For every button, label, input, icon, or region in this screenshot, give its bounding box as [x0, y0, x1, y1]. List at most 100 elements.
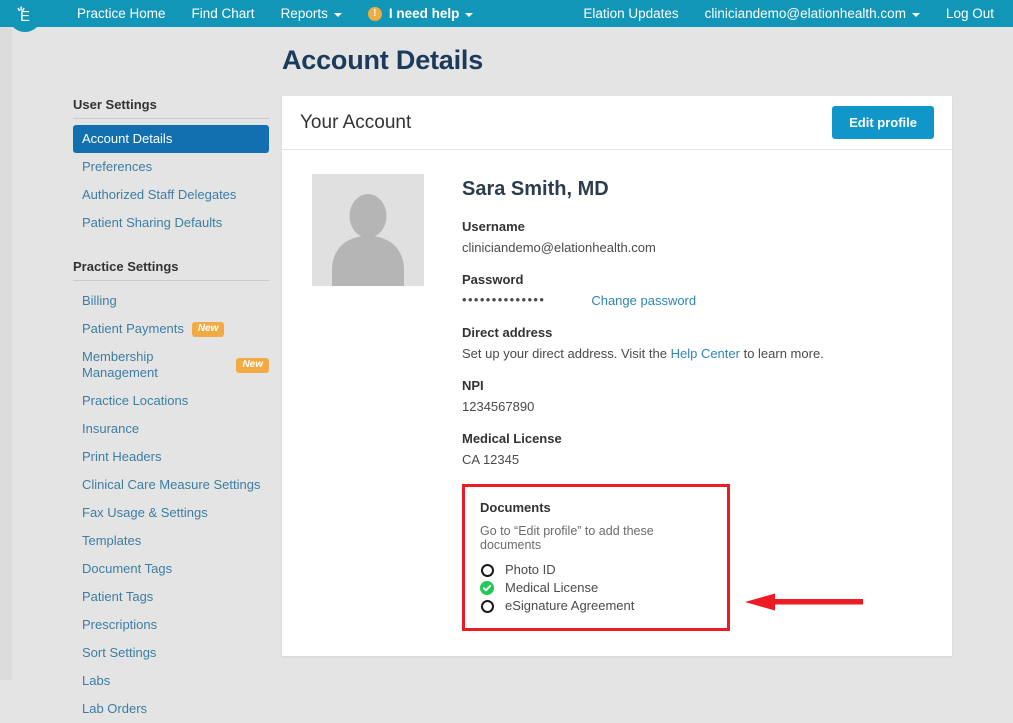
sidebar-item-label: Preferences — [82, 159, 153, 174]
document-item-label: Photo ID — [505, 562, 556, 577]
sidebar-item-label: Patient Tags — [82, 589, 154, 604]
sidebar-item-label: Sort Settings — [82, 645, 157, 660]
npi-label: NPI — [462, 378, 484, 393]
direct-address-description: Set up your direct address. Visit the He… — [462, 346, 934, 361]
svg-text:E: E — [20, 8, 30, 25]
nav-item-i-need-help[interactable]: ! I need help — [355, 0, 487, 27]
sidebar-item-practice-locations[interactable]: Practice Locations — [73, 387, 269, 415]
sidebar-item-billing[interactable]: Billing — [73, 287, 269, 315]
direct-address-text-before: Set up your direct address. Visit the — [462, 346, 671, 361]
username-value: cliniciandemo@elationhealth.com — [462, 240, 656, 255]
warning-exclamation-icon: ! — [367, 6, 382, 21]
new-badge: New — [191, 321, 225, 337]
sidebar-item-label: Membership Management — [82, 349, 158, 380]
sidebar-item-label: Prescriptions — [82, 617, 158, 632]
document-item-medical-license: Medical License — [480, 580, 712, 596]
document-item-label: eSignature Agreement — [505, 598, 635, 613]
sidebar-item-prescriptions[interactable]: Prescriptions — [73, 611, 269, 639]
chevron-down-icon — [911, 12, 920, 17]
empty-circle-icon — [480, 599, 494, 613]
sidebar-item-label: Authorized Staff Delegates — [82, 187, 237, 202]
sidebar-item-print-headers[interactable]: Print Headers — [73, 443, 269, 471]
medical-license-value: CA 12345 — [462, 452, 520, 467]
document-item-photo-id: Photo ID — [480, 562, 712, 578]
sidebar-item-insurance[interactable]: Insurance — [73, 415, 269, 443]
sidebar-item-label: Account Details — [82, 131, 173, 146]
sidebar-item-clinical-care-measure-settings[interactable]: Clinical Care Measure Settings — [73, 471, 269, 499]
avatar — [312, 174, 424, 286]
main-content: Account Details Your Account Edit profil… — [282, 45, 952, 656]
sidebar-item-label: Labs — [82, 673, 111, 688]
card-header: Your Account Edit profile — [282, 96, 952, 150]
left-edge-strip — [0, 27, 12, 680]
nav-right-group: Elation Updates cliniciandemo@elationhea… — [570, 0, 1013, 27]
nav-item-find-chart[interactable]: Find Chart — [179, 0, 268, 27]
elation-logo-icon[interactable]: E — [8, 0, 42, 32]
nav-item-label: cliniciandemo@elationhealth.com — [704, 6, 906, 21]
sidebar-item-account-details[interactable]: Account Details — [73, 125, 269, 153]
npi-value: 1234567890 — [462, 399, 535, 414]
nav-item-user-account-menu[interactable]: cliniciandemo@elationhealth.com — [692, 0, 933, 27]
sidebar-item-label: Patient Payments — [82, 321, 184, 336]
change-password-link[interactable]: Change password — [591, 293, 696, 308]
sidebar-item-patient-tags[interactable]: Patient Tags — [73, 583, 269, 611]
document-item-esignature-agreement: eSignature Agreement — [480, 598, 712, 614]
password-masked-value: •••••••••••••• — [462, 292, 546, 307]
sidebar-item-labs[interactable]: Labs — [73, 667, 269, 695]
sidebar-item-label: Lab Orders — [82, 701, 148, 716]
sidebar-item-label: Document Tags — [82, 561, 173, 576]
nav-item-label: Reports — [280, 6, 328, 21]
sidebar-item-lab-orders[interactable]: Lab Orders — [73, 695, 269, 723]
username-label: Username — [462, 219, 525, 234]
sidebar-item-templates[interactable]: Templates — [73, 527, 269, 555]
person-name: Sara Smith, MD — [462, 178, 609, 200]
nav-item-label: Practice Home — [77, 6, 166, 21]
sidebar-item-label: Practice Locations — [82, 393, 189, 408]
sidebar-item-label: Billing — [82, 293, 117, 308]
sidebar-item-label: Clinical Care Measure Settings — [82, 477, 261, 492]
card-title: Your Account — [300, 111, 412, 133]
edit-profile-button[interactable]: Edit profile — [832, 106, 934, 139]
account-card: Your Account Edit profile Sara Smith, MD… — [282, 96, 952, 656]
documents-heading: Documents — [480, 500, 551, 515]
sidebar-item-label: Patient Sharing Defaults — [82, 215, 223, 230]
sidebar-group-title-user-settings: User Settings — [73, 97, 269, 119]
nav-item-elation-updates[interactable]: Elation Updates — [570, 0, 691, 27]
nav-item-label: Find Chart — [191, 6, 255, 21]
sidebar-item-sort-settings[interactable]: Sort Settings — [73, 639, 269, 667]
nav-item-label: Elation Updates — [583, 6, 679, 21]
chevron-down-icon — [333, 12, 342, 17]
help-center-link[interactable]: Help Center — [671, 346, 740, 361]
document-item-label: Medical License — [505, 580, 599, 595]
medical-license-label: Medical License — [462, 431, 562, 446]
sidebar-item-authorized-staff-delegates[interactable]: Authorized Staff Delegates — [73, 181, 269, 209]
account-details-fields: Sara Smith, MD Username cliniciandemo@el… — [462, 174, 934, 631]
new-badge: New — [236, 357, 269, 373]
sidebar-item-patient-payments[interactable]: Patient Payments New — [73, 315, 269, 343]
nav-item-reports[interactable]: Reports — [268, 0, 355, 27]
nav-item-label: Log Out — [945, 6, 994, 21]
nav-item-practice-home[interactable]: Practice Home — [64, 0, 179, 27]
page-container: User Settings Account Details Preference… — [0, 27, 1013, 716]
sidebar-item-label: Fax Usage & Settings — [82, 505, 208, 520]
nav-item-log-out[interactable]: Log Out — [933, 0, 1007, 27]
password-row: •••••••••••••• Change password — [462, 292, 934, 308]
page-title: Account Details — [282, 45, 484, 75]
sidebar-group-title-practice-settings: Practice Settings — [73, 259, 269, 281]
nav-item-label: I need help — [388, 6, 460, 21]
chevron-down-icon — [465, 12, 474, 17]
sidebar-item-fax-usage-and-settings[interactable]: Fax Usage & Settings — [73, 499, 269, 527]
documents-block: Documents Go to “Edit profile” to add th… — [462, 484, 730, 631]
sidebar-item-patient-sharing-defaults[interactable]: Patient Sharing Defaults — [73, 209, 269, 237]
password-label: Password — [462, 272, 524, 287]
sidebar-item-label: Print Headers — [82, 449, 162, 464]
direct-address-label: Direct address — [462, 325, 553, 340]
settings-sidebar: User Settings Account Details Preference… — [73, 97, 269, 723]
sidebar-item-preferences[interactable]: Preferences — [73, 153, 269, 181]
sidebar-item-label: Insurance — [82, 421, 140, 436]
nav-left-group: E Practice Home Find Chart Reports ! I n… — [0, 0, 487, 32]
sidebar-item-document-tags[interactable]: Document Tags — [73, 555, 269, 583]
top-navigation-bar: E Practice Home Find Chart Reports ! I n… — [0, 0, 1013, 32]
documents-hint: Go to “Edit profile” to add these docume… — [480, 524, 654, 552]
sidebar-item-membership-management[interactable]: Membership Management New — [73, 343, 269, 387]
